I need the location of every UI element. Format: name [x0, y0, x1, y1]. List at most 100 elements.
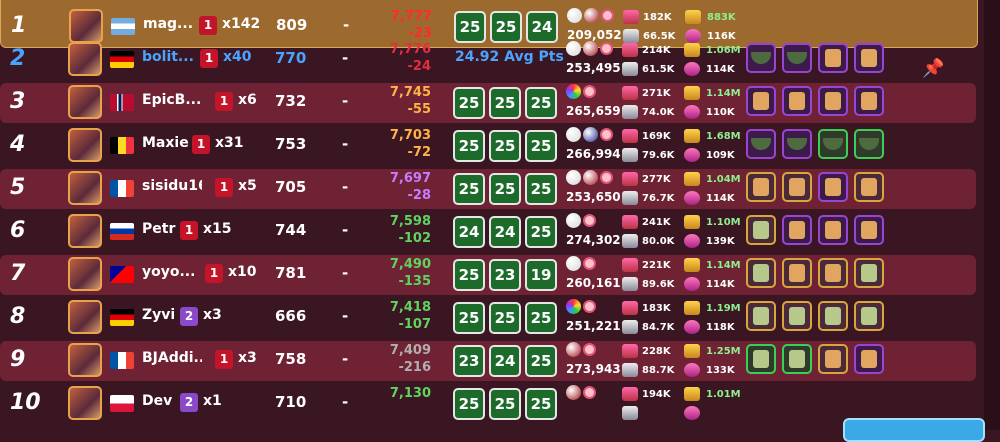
rank-number: 1	[11, 13, 27, 38]
score-box: 25	[525, 388, 557, 420]
total-score: 253,495	[566, 61, 621, 75]
score-box: 25	[489, 173, 521, 205]
heart-icon	[583, 85, 596, 98]
player-name[interactable]: BJAddi...	[142, 350, 202, 366]
equipment-slot[interactable]	[854, 172, 884, 202]
equipment-slot[interactable]	[746, 301, 776, 331]
orb-group	[566, 127, 618, 145]
equipment-slot[interactable]	[854, 344, 884, 374]
leaderboard-row[interactable]: 3 EpicB... 1 x6 732-7,745 -55 25 25 25 265,659 271…	[0, 83, 976, 123]
avatar[interactable]	[68, 128, 102, 162]
player-name[interactable]: sisidu16	[142, 178, 202, 194]
gold-figure-icon	[789, 264, 805, 282]
multiplier-label: x1	[203, 393, 222, 409]
heart-icon	[583, 386, 596, 399]
equipment-slot[interactable]	[818, 344, 848, 374]
orb-icon	[566, 256, 581, 271]
equipment-slot[interactable]	[854, 258, 884, 288]
orb-group	[566, 256, 618, 274]
player-name[interactable]: EpicB...	[142, 92, 202, 108]
equipment-slot[interactable]	[782, 172, 812, 202]
player-name[interactable]: mag...	[143, 16, 203, 32]
equipment-slots	[746, 43, 884, 73]
leaderboard-row[interactable]: 5 sisidu16 1 x5 705-7,697 -28 25 25 25 253,650 277…	[0, 169, 976, 209]
equipment-slot[interactable]	[782, 86, 812, 116]
equipment-slot[interactable]	[818, 301, 848, 331]
equipment-slot[interactable]	[854, 43, 884, 73]
orb-icon	[567, 8, 582, 23]
equipment-slot[interactable]	[818, 86, 848, 116]
scrollbar[interactable]	[984, 0, 1000, 430]
stat-mystery: 114K	[706, 193, 735, 204]
stat-mystery: 114K	[706, 64, 735, 75]
equipment-slot[interactable]	[854, 215, 884, 245]
gold-figure-icon	[789, 178, 805, 196]
avatar[interactable]	[68, 257, 102, 291]
equipment-slot[interactable]	[746, 172, 776, 202]
avatar[interactable]	[68, 85, 102, 119]
affection-icon	[622, 387, 638, 401]
country-flag	[110, 266, 134, 283]
average-points: 24.92 Avg Pts	[455, 49, 564, 65]
pin-icon[interactable]: 📌	[922, 58, 944, 80]
green-leaf-icon	[789, 350, 805, 368]
diamond-icon	[622, 363, 638, 377]
equipment-slot[interactable]	[746, 129, 776, 159]
equipment-slot[interactable]	[854, 129, 884, 159]
gold-figure-icon	[825, 264, 841, 282]
leaderboard-row[interactable]: 4 Maxie 1 x31 753-7,703 -72 25 25 25 266,994 169K 7…	[0, 126, 976, 166]
avatar[interactable]	[69, 9, 103, 43]
leaderboard-row[interactable]: 6 Petr 1 x15 744-7,598 -102 24 24 25 274,302 241K 8…	[0, 212, 976, 252]
diamond-icon	[622, 148, 638, 162]
crown-icon	[684, 86, 700, 100]
points-value: 7,697	[389, 171, 431, 186]
equipment-slot[interactable]	[818, 258, 848, 288]
equipment-slot[interactable]	[818, 43, 848, 73]
equipment-slot[interactable]	[782, 43, 812, 73]
purple-figure-icon	[861, 92, 877, 110]
equipment-slot[interactable]	[746, 43, 776, 73]
equipment-slot[interactable]	[782, 258, 812, 288]
equipment-slot[interactable]	[782, 215, 812, 245]
stat-mystery: 133K	[706, 365, 735, 376]
leaderboard-row[interactable]: 7 yoyo... 1 x10 781 - 7,490 -135 25 23 19 260,161 22…	[0, 255, 976, 295]
player-name[interactable]: bolit...	[142, 49, 202, 65]
points-block: 7,490 -135	[376, 256, 431, 290]
equipment-slot[interactable]	[782, 129, 812, 159]
purple-bowl-icon	[787, 52, 807, 64]
equipment-slot[interactable]	[746, 344, 776, 374]
leaderboard-row[interactable]: 10 Dev 2 x1 710-7,130 25 25 25 194K 1.01M	[0, 384, 976, 424]
stat-affection: 194K	[642, 389, 671, 400]
avatar[interactable]	[68, 171, 102, 205]
stat-mystery: 110K	[706, 107, 735, 118]
leaderboard-row[interactable]: 9 BJAddi... 1 x3 758 - 7,409 -216 232425 273,943 2…	[0, 341, 976, 381]
equipment-slot[interactable]	[818, 129, 848, 159]
avatar[interactable]	[68, 386, 102, 420]
diamond-icon	[622, 406, 638, 420]
avatar[interactable]	[68, 214, 102, 248]
equipment-slot[interactable]	[782, 344, 812, 374]
stat-affection: 277K	[642, 174, 671, 185]
equipment-slot[interactable]	[818, 172, 848, 202]
equipment-slot[interactable]	[746, 258, 776, 288]
points-value: 7,418	[389, 300, 431, 315]
player-name[interactable]: yoyo...	[142, 264, 202, 280]
equipment-slot[interactable]	[782, 301, 812, 331]
equipment-slot[interactable]	[854, 301, 884, 331]
points-delta: -28	[407, 188, 432, 203]
leaderboard-row[interactable]: 2 bolit... 1 x40 770 - 7,776 -24 24.92 Avg Pts 25…	[0, 40, 976, 80]
country-flag	[110, 395, 134, 412]
equipment-slot[interactable]	[746, 86, 776, 116]
equipment-slot[interactable]	[854, 86, 884, 116]
question-heart-icon	[684, 277, 700, 291]
multiplier-label: x40	[223, 49, 252, 65]
bottom-action-button[interactable]	[843, 418, 985, 442]
multiplier-label: x5	[238, 178, 257, 194]
leaderboard-row[interactable]: 8 Zyvi 2 x3 666-7,418 -107 25 25 25 251,221 183K 84…	[0, 298, 976, 338]
equipment-slot[interactable]	[746, 215, 776, 245]
avatar[interactable]	[68, 343, 102, 377]
equipment-slot[interactable]	[818, 215, 848, 245]
avatar[interactable]	[68, 300, 102, 334]
gold-leaf-icon	[861, 264, 877, 282]
avatar[interactable]	[68, 42, 102, 76]
